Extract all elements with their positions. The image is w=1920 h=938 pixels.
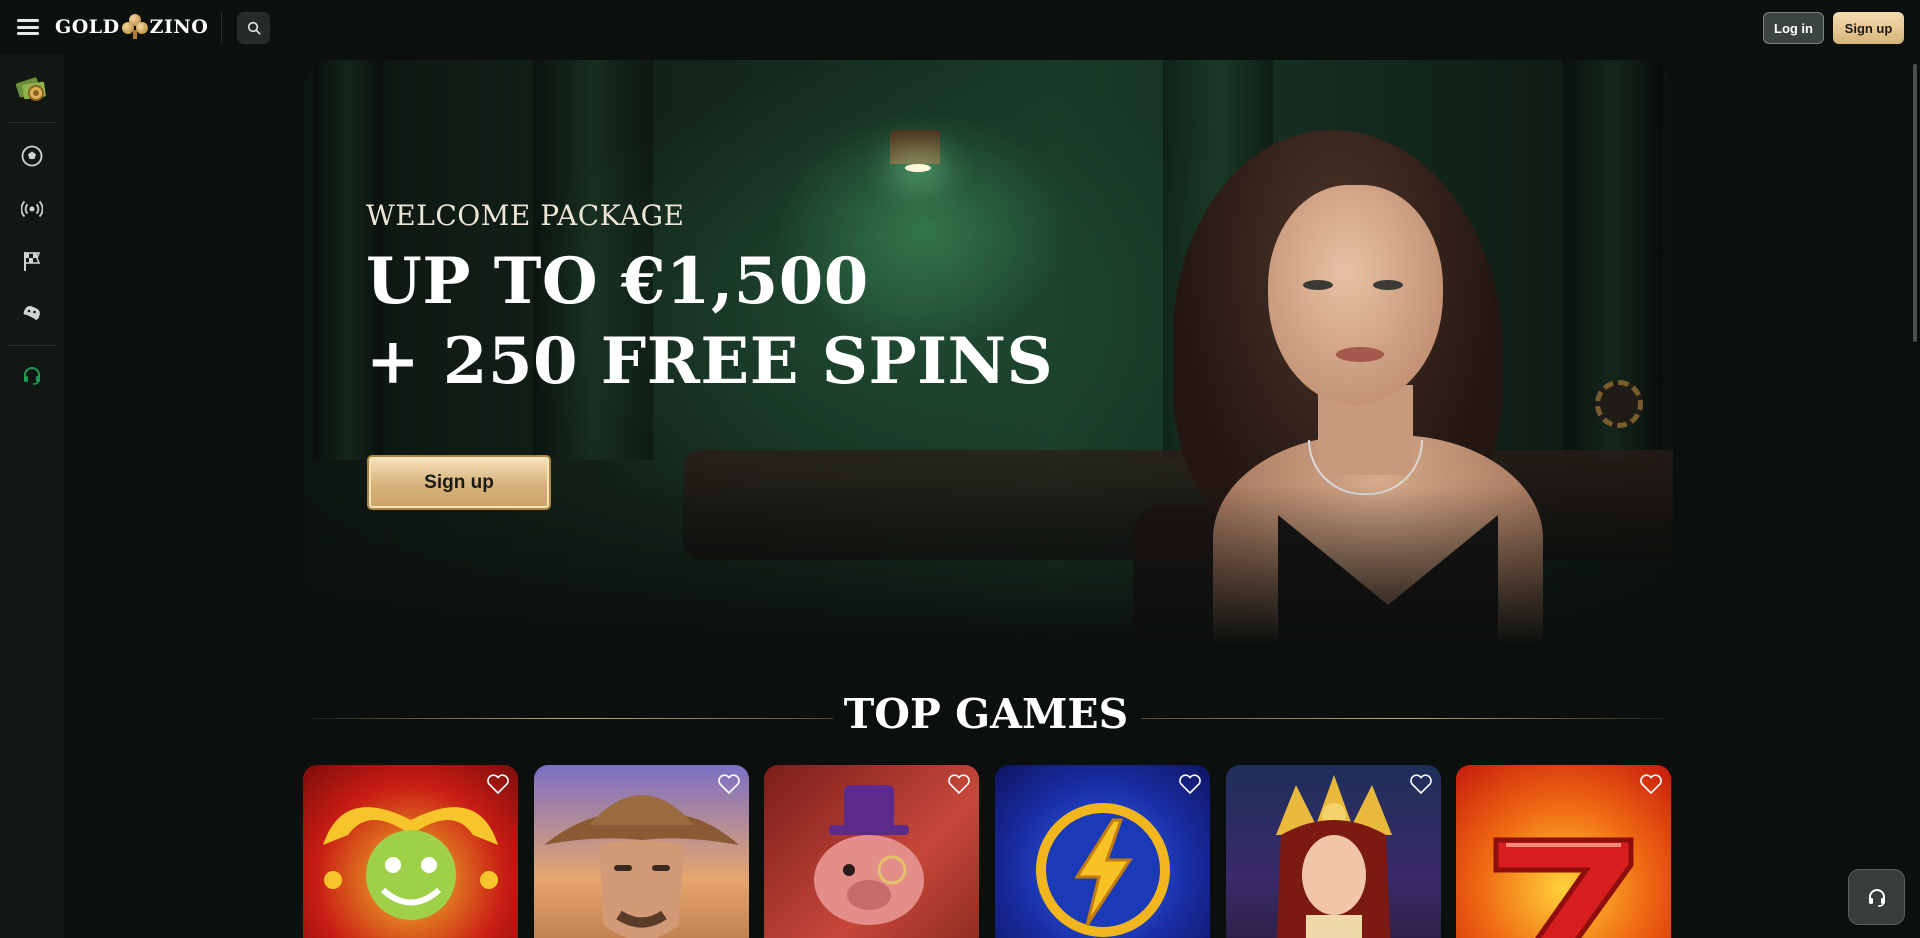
game-card-pig[interactable] xyxy=(764,765,979,938)
hero-title-line2: + 250 FREE SPINS xyxy=(366,324,1054,399)
sidebar-item-esports[interactable] xyxy=(14,295,50,331)
sidebar-item-sports[interactable] xyxy=(14,138,50,174)
search-icon xyxy=(247,21,261,35)
checkered-flag-icon xyxy=(24,252,41,271)
support-chat-button[interactable] xyxy=(1848,869,1905,925)
game-card-empress[interactable] xyxy=(1226,765,1441,938)
sidebar-divider xyxy=(8,122,56,123)
menu-icon[interactable] xyxy=(17,19,39,35)
favorite-heart-icon[interactable] xyxy=(947,773,971,795)
scrollbar-thumb[interactable] xyxy=(1913,64,1917,342)
favorite-heart-icon[interactable] xyxy=(1178,773,1202,795)
casino-chip-image xyxy=(1595,380,1643,428)
sidebar-item-promotions[interactable] xyxy=(14,71,50,107)
cards-money-icon xyxy=(15,77,46,101)
search-button[interactable] xyxy=(237,12,270,44)
favorite-heart-icon[interactable] xyxy=(1409,773,1433,795)
hero-kicker: WELCOME PACKAGE xyxy=(366,199,685,232)
top-header: GOLD ZINO Log in Sign up xyxy=(0,0,1920,54)
game-card-joker[interactable] xyxy=(303,765,518,938)
sidebar xyxy=(0,54,64,938)
headset-icon xyxy=(1868,889,1885,907)
headset-icon xyxy=(24,367,40,385)
sidebar-item-support[interactable] xyxy=(14,357,50,393)
hero-text: WELCOME PACKAGE UP TO €1,500 + 250 FREE S… xyxy=(366,199,1053,402)
live-broadcast-icon xyxy=(21,200,43,218)
sidebar-item-racing[interactable] xyxy=(14,243,50,279)
gamepad-icon xyxy=(23,306,40,320)
game-card-hot-seven[interactable] xyxy=(1456,765,1671,938)
logo-text-right: ZINO xyxy=(149,16,209,38)
game-card-cowboy[interactable] xyxy=(534,765,749,938)
clover-logo-icon xyxy=(121,14,148,40)
lamp-glow xyxy=(905,164,931,172)
header-signup-button[interactable]: Sign up xyxy=(1833,12,1904,44)
hero-title: UP TO €1,500 + 250 FREE SPINS xyxy=(366,242,1053,402)
section-divider-right xyxy=(1141,718,1665,719)
header-divider xyxy=(221,12,222,43)
hero-signup-button[interactable]: Sign up xyxy=(367,455,551,510)
site-logo[interactable]: GOLD ZINO xyxy=(55,14,208,40)
wall-lamp-image xyxy=(890,130,940,164)
soccer-ball-icon xyxy=(21,145,43,167)
game-card-lightning[interactable] xyxy=(995,765,1210,938)
favorite-heart-icon[interactable] xyxy=(486,773,510,795)
section-divider-left xyxy=(310,718,833,719)
favorite-heart-icon[interactable] xyxy=(1639,773,1663,795)
login-button[interactable]: Log in xyxy=(1763,12,1824,44)
sidebar-divider xyxy=(8,345,56,346)
logo-text-left: GOLD xyxy=(55,16,120,38)
sidebar-item-live[interactable] xyxy=(14,191,50,227)
hero-title-line1: UP TO €1,500 xyxy=(366,244,869,319)
hero-woman-image xyxy=(1103,105,1663,645)
top-games-title: TOP GAMES xyxy=(843,690,1129,738)
favorite-heart-icon[interactable] xyxy=(717,773,741,795)
